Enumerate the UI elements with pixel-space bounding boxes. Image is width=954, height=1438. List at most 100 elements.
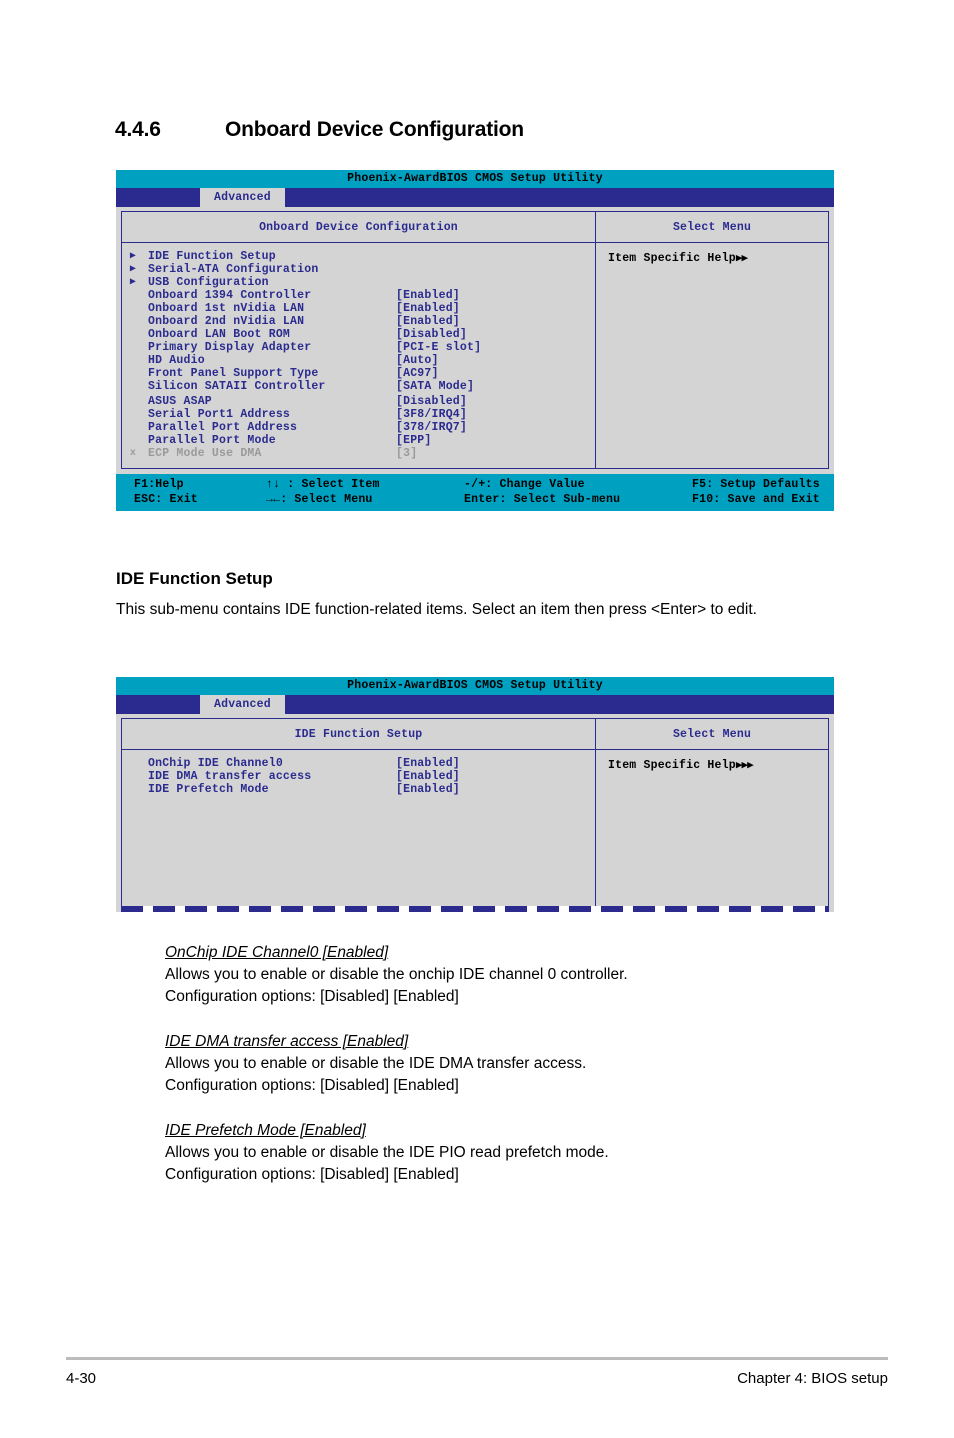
row-marker	[122, 315, 144, 328]
bios-setting-value: [AC97]	[396, 367, 439, 380]
legend-save-and-exit: F10: Save and Exit	[692, 493, 820, 506]
bios-setting-label: IDE Prefetch Mode	[148, 783, 269, 796]
frame-header: Onboard Device Configuration Select Menu	[122, 212, 828, 243]
bios-setting-label: USB Configuration	[148, 276, 269, 289]
footer-chapter-label: Chapter 4: BIOS setup	[737, 1370, 888, 1387]
panel-title: IDE Function Setup	[294, 727, 423, 741]
bios-setting-row[interactable]: Silicon SATAII Controller [SATA Mode]	[122, 380, 595, 393]
bios-setting-label: Onboard 1394 Controller	[148, 289, 312, 302]
bios-setting-row[interactable]: Onboard 2nd nVidia LAN [Enabled]	[122, 315, 595, 328]
bios-setting-row[interactable]: ▶ Serial-ATA Configuration	[122, 263, 595, 276]
bios-setting-row[interactable]: IDE Prefetch Mode [Enabled]	[122, 783, 595, 796]
bios-frame: Onboard Device Configuration Select Menu…	[121, 211, 829, 469]
bios-setting-row[interactable]: x ECP Mode Use DMA [3]	[122, 447, 595, 460]
bios-setting-label: Onboard LAN Boot ROM	[148, 328, 291, 341]
settings-list: OnChip IDE Channel0 [Enabled] IDE DMA tran…	[122, 750, 595, 906]
help-panel: Item Specific Help▶▶▶	[595, 750, 828, 906]
disabled-marker-icon: x	[129, 448, 137, 459]
bios-setting-label: Onboard 2nd nVidia LAN	[148, 315, 305, 328]
bios-setting-label: Silicon SATAII Controller	[148, 380, 326, 393]
help-text: Item Specific Help	[608, 252, 736, 265]
help-text: Item Specific Help	[608, 759, 736, 772]
footer-divider	[66, 1357, 888, 1360]
tab-advanced[interactable]: Advanced	[200, 188, 285, 207]
bios-screen-onboard-device-configuration: Phoenix-AwardBIOS CMOS Setup Utility Adv…	[116, 170, 834, 511]
description-line-2: Configuration options: [Disabled] [Enabl…	[165, 988, 459, 1005]
bios-setting-row[interactable]: OnChip IDE Channel0 [Enabled]	[122, 757, 595, 770]
bios-setting-row[interactable]: Parallel Port Mode [EPP]	[122, 434, 595, 447]
bios-setting-row[interactable]: ▶ IDE Function Setup	[122, 250, 595, 263]
bios-setting-row[interactable]: Onboard 1394 Controller [Enabled]	[122, 289, 595, 302]
row-marker	[122, 408, 144, 421]
legend-f1-help: F1:Help	[134, 478, 184, 491]
bios-setting-value: [3F8/IRQ4]	[396, 408, 468, 421]
row-marker	[122, 328, 144, 341]
description-title: IDE Prefetch Mode [Enabled]	[165, 1122, 366, 1139]
frame-columns: ▶ IDE Function Setup ▶ Serial-ATA Configura…	[122, 243, 828, 468]
submenu-arrow-icon: ▶	[129, 277, 137, 288]
bios-setting-row[interactable]: ▶ USB Configuration	[122, 276, 595, 289]
submenu-arrow-icon: ▶	[129, 251, 137, 262]
bios-setting-value: [378/IRQ7]	[396, 421, 468, 434]
bios-key-legend: F1:Help ↑↓ : Select Item -/+: Change Val…	[116, 474, 834, 511]
bios-setting-label: IDE Function Setup	[148, 250, 276, 263]
bios-setting-row[interactable]: Primary Display Adapter [PCI-E slot]	[122, 341, 595, 354]
bios-setting-row[interactable]: Front Panel Support Type [AC97]	[122, 367, 595, 380]
triple-right-arrow-icon: ▶▶▶	[735, 760, 754, 772]
row-marker	[122, 434, 144, 447]
bios-setting-label: Onboard 1st nVidia LAN	[148, 302, 305, 315]
footer-page-number: 4-30	[66, 1370, 97, 1387]
page-title: 4.4.6 Onboard Device Configuration	[115, 118, 524, 142]
bios-setting-row[interactable]: IDE DMA transfer access [Enabled]	[122, 770, 595, 783]
description-line-2: Configuration options: [Disabled] [Enabl…	[165, 1166, 459, 1183]
bios-setting-label: Parallel Port Address	[148, 421, 298, 434]
legend-row-1: F1:Help ↑↓ : Select Item -/+: Change Val…	[116, 477, 834, 492]
bios-setting-row[interactable]: Onboard 1st nVidia LAN [Enabled]	[122, 302, 595, 315]
description-block: IDE DMA transfer access [Enabled] Allows…	[165, 1031, 865, 1097]
legend-change-value: -/+: Change Value	[464, 478, 585, 491]
bios-setting-value: [Enabled]	[396, 315, 460, 328]
row-marker	[122, 354, 144, 367]
bios-setting-value: [Enabled]	[396, 302, 460, 315]
description-line-1: Allows you to enable or disable the IDE …	[165, 1055, 587, 1072]
submenu-arrow-icon: ▶	[129, 264, 137, 275]
bios-setting-value	[396, 263, 595, 276]
subsection-paragraph: This sub-menu contains IDE function-rela…	[116, 601, 757, 618]
bios-setting-value: [Disabled]	[396, 395, 468, 408]
bios-tab-bar: Advanced	[116, 695, 834, 714]
row-marker	[122, 421, 144, 434]
item-specific-help-label: Item Specific Help▶▶	[596, 251, 828, 265]
bios-setting-value: [Auto]	[396, 354, 439, 367]
frame-columns: OnChip IDE Channel0 [Enabled] IDE DMA tran…	[122, 750, 828, 906]
bios-setting-label: OnChip IDE Channel0	[148, 757, 283, 770]
description-line-1: Allows you to enable or disable the onch…	[165, 966, 628, 983]
description-title: IDE DMA transfer access [Enabled]	[165, 1033, 409, 1050]
bios-setting-value: [SATA Mode]	[396, 380, 475, 393]
bios-setting-row[interactable]: HD Audio [Auto]	[122, 354, 595, 367]
row-marker	[122, 302, 144, 315]
legend-select-submenu: Enter: Select Sub-menu	[464, 493, 621, 506]
select-menu-title: Select Menu	[595, 719, 828, 749]
bios-setting-row[interactable]: ASUS ASAP [Disabled]	[122, 395, 595, 408]
bios-setting-label: Parallel Port Mode	[148, 434, 276, 447]
panel-title: Onboard Device Configuration	[259, 220, 458, 234]
bios-setting-row[interactable]: Serial Port1 Address [3F8/IRQ4]	[122, 408, 595, 421]
bios-setting-row[interactable]: Onboard LAN Boot ROM [Disabled]	[122, 328, 595, 341]
help-panel: Item Specific Help▶▶	[595, 243, 828, 468]
bios-setting-value: [3]	[396, 447, 418, 460]
screen-cutoff-edge	[121, 906, 829, 912]
legend-esc-exit: ESC: Exit	[134, 493, 198, 506]
row-marker	[122, 289, 144, 302]
description-line-1: Allows you to enable or disable the IDE …	[165, 1144, 609, 1161]
bios-setting-row[interactable]: Parallel Port Address [378/IRQ7]	[122, 421, 595, 434]
tab-advanced[interactable]: Advanced	[200, 695, 285, 714]
section-title: Onboard Device Configuration	[225, 118, 524, 141]
settings-list: ▶ IDE Function Setup ▶ Serial-ATA Configura…	[122, 243, 595, 468]
row-marker	[122, 380, 144, 393]
description-block: OnChip IDE Channel0 [Enabled] Allows you…	[165, 942, 865, 1008]
item-specific-help-label: Item Specific Help▶▶▶	[596, 758, 828, 772]
bios-title: Phoenix-AwardBIOS CMOS Setup Utility	[116, 677, 834, 695]
select-menu-title: Select Menu	[595, 212, 828, 242]
ide-function-setup-section: IDE Function Setup This sub-menu contain…	[116, 568, 836, 621]
bios-setting-value: [EPP]	[396, 434, 432, 447]
